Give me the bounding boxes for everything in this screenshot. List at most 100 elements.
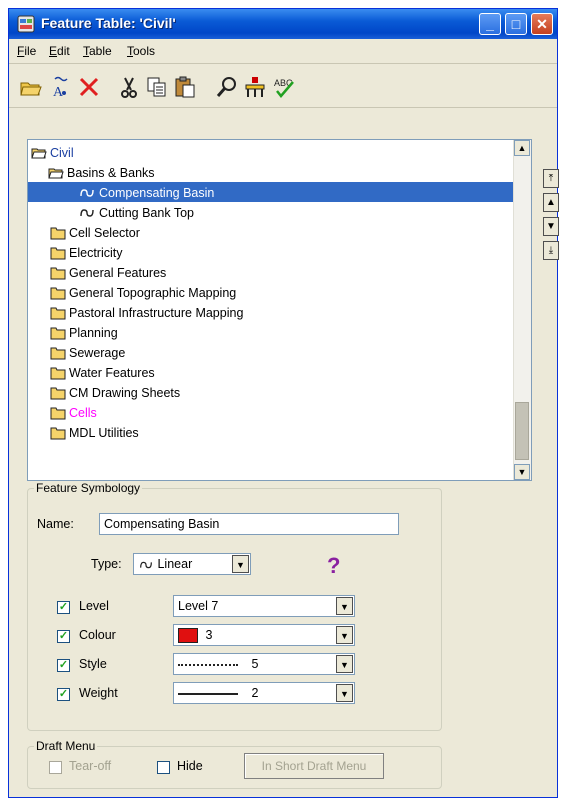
chevron-down-icon: ▼ xyxy=(232,555,249,573)
scroll-down-icon: ▼ xyxy=(517,467,527,477)
tree-root-civil[interactable]: Civil xyxy=(31,142,513,162)
move-to-top-button[interactable]: ⤒ xyxy=(543,169,559,188)
tree-item-label: Pastoral Infrastructure Mapping xyxy=(69,305,244,320)
move-to-bottom-button[interactable]: ⤓ xyxy=(543,241,559,260)
scrollbar-thumb[interactable] xyxy=(515,402,529,460)
move-down-button[interactable]: ▼ xyxy=(543,217,559,236)
tree-item-cm-drawing-sheets[interactable]: CM Drawing Sheets xyxy=(28,382,513,402)
level-icon[interactable] xyxy=(243,75,267,99)
menu-tools-label: ools xyxy=(133,44,156,58)
weight-label: Weight xyxy=(79,686,118,700)
line-style-sample xyxy=(178,663,238,666)
type-value: Linear xyxy=(157,557,193,571)
tree-item-pastoral-infrastructure-mapping[interactable]: Pastoral Infrastructure Mapping xyxy=(28,302,513,322)
colour-swatch xyxy=(178,628,198,644)
folder-icon xyxy=(50,407,66,420)
menu-table[interactable]: Table xyxy=(83,44,112,58)
open-folder-icon[interactable] xyxy=(19,75,43,99)
delete-icon[interactable] xyxy=(77,75,101,99)
linear-feature-icon xyxy=(80,209,94,217)
minimize-icon: _ xyxy=(486,16,494,32)
menu-edit[interactable]: Edit xyxy=(49,44,70,58)
tree-item-cell-selector[interactable]: Cell Selector xyxy=(28,222,513,242)
close-button[interactable]: ✕ xyxy=(531,13,553,35)
folder-open-icon xyxy=(31,148,47,159)
folder-open-icon xyxy=(48,168,64,179)
colour-select[interactable]: 3 ▼ xyxy=(173,624,355,646)
tree-scrollbar[interactable]: ▲ ▼ xyxy=(513,140,531,480)
in-short-draft-menu-button[interactable]: In Short Draft Menu xyxy=(244,753,384,779)
weight-checkbox[interactable]: ✓ xyxy=(57,688,70,701)
scrollbar-track[interactable] xyxy=(515,158,529,420)
spell-check-icon[interactable]: ABC xyxy=(273,75,297,99)
tree-item-planning[interactable]: Planning xyxy=(28,322,513,342)
find-icon[interactable] xyxy=(215,75,239,99)
linear-feature-icon xyxy=(140,561,152,568)
scroll-up-icon: ▲ xyxy=(517,143,527,153)
tree-root-label: Civil xyxy=(50,145,74,160)
tearoff-label: Tear-off xyxy=(69,759,112,773)
style-checkbox[interactable]: ✓ xyxy=(57,659,70,672)
line-weight-sample xyxy=(178,692,238,695)
title-bar[interactable]: Feature Table: 'Civil' _ □ ✕ xyxy=(9,9,557,39)
move-top-icon: ⤒ xyxy=(548,173,554,184)
chevron-down-icon: ▼ xyxy=(336,684,353,702)
cut-icon[interactable] xyxy=(117,75,141,99)
tree-item-label: Cells xyxy=(69,405,97,420)
tree-item-label: Compensating Basin xyxy=(99,185,215,200)
folder-icon xyxy=(50,267,66,280)
hide-checkbox[interactable] xyxy=(157,761,170,774)
level-label: Level xyxy=(79,599,109,613)
weight-select[interactable]: 2 ▼ xyxy=(173,682,355,704)
tree-item-label: Cutting Bank Top xyxy=(99,205,194,220)
style-select[interactable]: 5 ▼ xyxy=(173,653,355,675)
maximize-button[interactable]: □ xyxy=(505,13,527,35)
move-up-button[interactable]: ▲ xyxy=(543,193,559,212)
feature-tree[interactable]: Civil Basins & Banks Compensating Basin … xyxy=(27,139,532,481)
level-value: Level 7 xyxy=(178,599,219,613)
tree-item-water-features[interactable]: Water Features xyxy=(28,362,513,382)
chevron-down-icon: ▼ xyxy=(336,597,353,615)
level-checkbox[interactable]: ✓ xyxy=(57,601,70,614)
tree-item-compensating-basin[interactable]: Compensating Basin xyxy=(28,182,513,202)
tree-item-general-topographic-mapping[interactable]: General Topographic Mapping xyxy=(28,282,513,302)
type-select[interactable]: Linear ▼ xyxy=(133,553,251,575)
level-select[interactable]: Level 7 ▼ xyxy=(173,595,355,617)
colour-label: Colour xyxy=(79,628,116,642)
tree-item-sewerage[interactable]: Sewerage xyxy=(28,342,513,362)
chevron-down-icon: ▼ xyxy=(336,626,353,644)
menu-bar: File Edit Table Tools xyxy=(9,41,557,64)
menu-tools[interactable]: Tools xyxy=(127,44,155,58)
tree-item-mdl-utilities[interactable]: MDL Utilities xyxy=(28,422,513,442)
colour-value: 3 xyxy=(205,628,213,642)
colour-checkbox[interactable]: ✓ xyxy=(57,630,70,643)
help-icon[interactable]: ? xyxy=(327,553,340,579)
copy-icon[interactable] xyxy=(145,75,169,99)
move-up-icon: ▲ xyxy=(546,197,556,208)
tree-item-electricity[interactable]: Electricity xyxy=(28,242,513,262)
tree-item-label: Cell Selector xyxy=(69,225,140,240)
tree-item-general-features[interactable]: General Features xyxy=(28,262,513,282)
style-label: Style xyxy=(79,657,107,671)
rename-icon[interactable]: A xyxy=(49,75,73,99)
menu-file[interactable]: File xyxy=(17,44,36,58)
name-field[interactable]: Compensating Basin xyxy=(99,513,399,535)
folder-icon xyxy=(50,247,66,260)
draft-menu-legend: Draft Menu xyxy=(36,739,96,753)
tree-item-basins-banks[interactable]: Basins & Banks xyxy=(28,162,513,182)
tearoff-checkbox[interactable] xyxy=(49,761,62,774)
app-icon xyxy=(17,15,35,33)
scroll-up-button[interactable]: ▲ xyxy=(514,140,530,156)
tree-item-cutting-bank-top[interactable]: Cutting Bank Top xyxy=(28,202,513,222)
paste-icon[interactable] xyxy=(173,75,197,99)
move-down-icon: ▼ xyxy=(546,221,556,232)
feature-table-window: Feature Table: 'Civil' _ □ ✕ File Edit T… xyxy=(8,8,559,798)
folder-icon xyxy=(50,427,66,440)
scroll-down-button[interactable]: ▼ xyxy=(514,464,530,480)
style-value: 5 xyxy=(251,657,259,671)
folder-icon xyxy=(50,287,66,300)
menu-file-label: ile xyxy=(24,44,37,58)
tree-item-cells[interactable]: Cells xyxy=(28,402,513,422)
name-label: Name: xyxy=(37,517,74,531)
minimize-button[interactable]: _ xyxy=(479,13,501,35)
